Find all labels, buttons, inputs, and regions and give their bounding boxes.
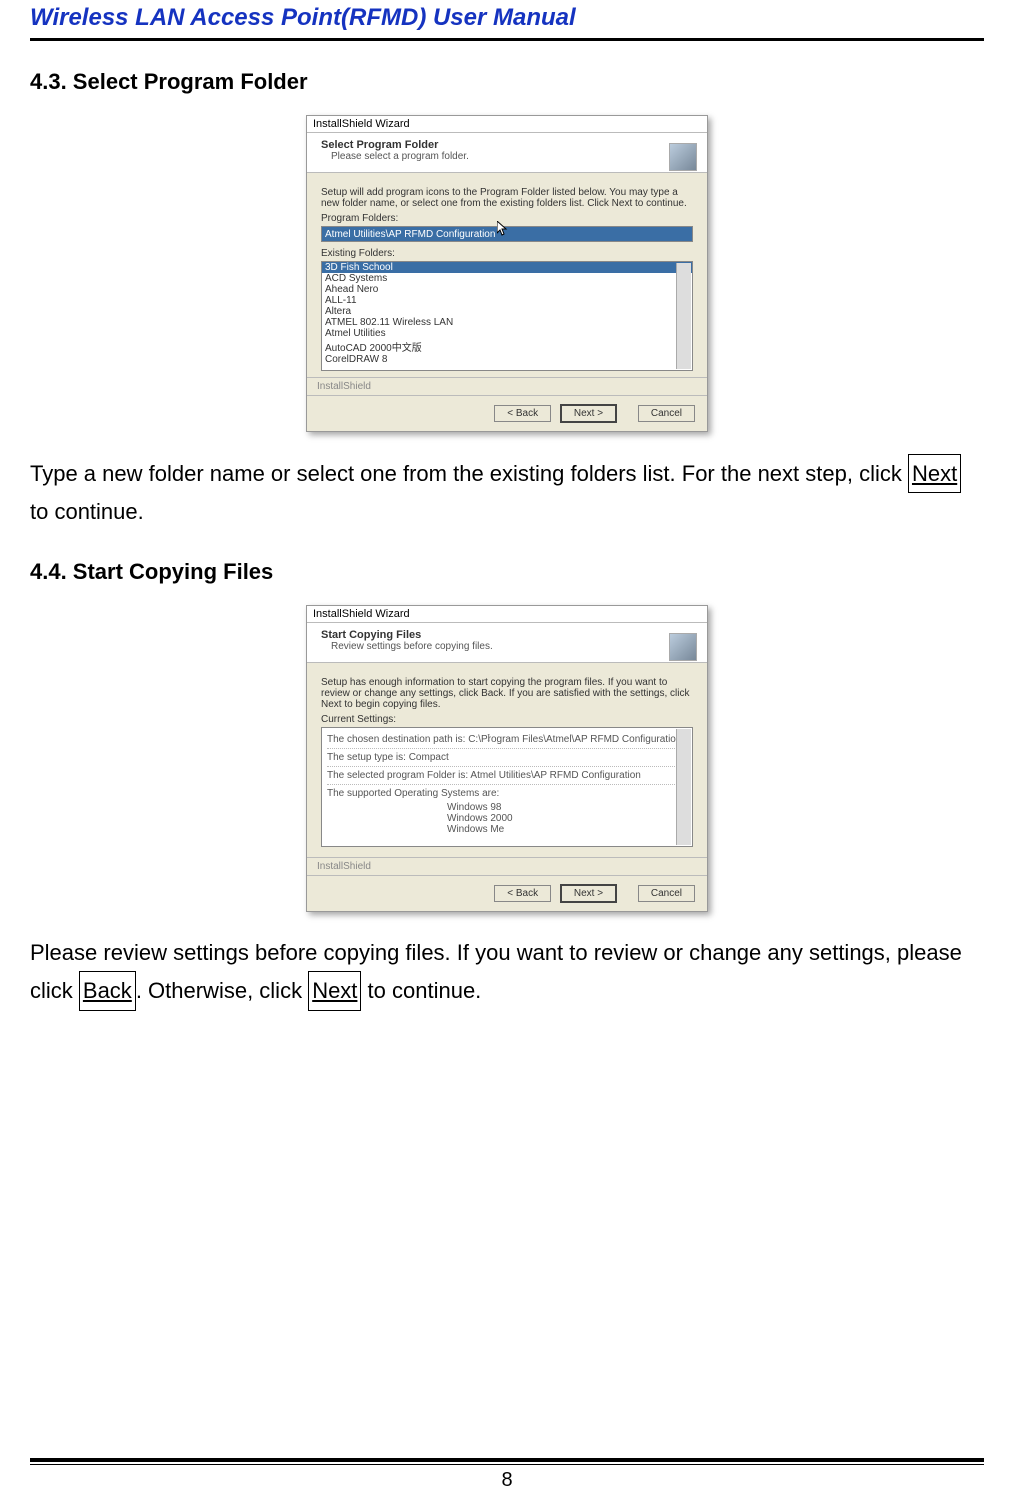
section-4-4-text: Please review settings before copying fi… [30,934,984,1011]
list-item[interactable]: CorelDRAW 8 [322,354,692,365]
text-fragment: . Otherwise, click [136,978,308,1003]
current-settings-box[interactable]: The chosen destination path is: C:\Progr… [321,727,693,847]
wizard-button-row: < Back Next > Cancel [307,395,707,431]
list-item[interactable]: ATMEL 802.11 Wireless LAN [322,317,692,328]
existing-folders-label: Existing Folders: [321,248,693,259]
cancel-button[interactable]: Cancel [638,885,695,902]
mouse-cursor-icon [497,221,509,237]
installer-logo-icon [669,143,697,171]
wizard-titlebar: InstallShield Wizard [307,116,707,133]
wizard-brand: InstallShield [307,857,707,875]
wizard-description: Setup has enough information to start co… [321,677,693,710]
listbox-scrollbar[interactable] [676,263,691,369]
text-fragment: to continue. [361,978,481,1003]
settings-line: The setup type is: Compact [327,749,687,767]
next-button[interactable]: Next > [560,884,617,903]
wizard-header: Select Program Folder Please select a pr… [307,133,707,173]
installer-logo-icon [669,633,697,661]
settings-os: Windows 98 [447,802,687,813]
list-item[interactable]: 3D Fish School [322,262,692,273]
existing-folders-listbox[interactable]: 3D Fish School ACD Systems Ahead Nero AL… [321,261,693,371]
text-cursor-icon: I [487,733,490,744]
wizard-description: Setup will add program icons to the Prog… [321,187,693,209]
list-item[interactable]: Atmel Utilities [322,328,692,339]
list-item[interactable]: ALL-11 [322,295,692,306]
section-4-4-heading: 4.4. Start Copying Files [30,559,984,585]
section-4-3-text: Type a new folder name or select one fro… [30,454,984,531]
list-item[interactable]: ACD Systems [322,273,692,284]
wizard-subtitle: Review settings before copying files. [331,641,697,652]
wizard-dialog-select-program-folder: InstallShield Wizard Select Program Fold… [306,115,708,432]
review-scrollbar[interactable] [676,729,691,845]
current-settings-label: Current Settings: [321,714,693,725]
cancel-button[interactable]: Cancel [638,405,695,422]
next-reference: Next [908,454,961,493]
back-button[interactable]: < Back [494,405,551,422]
wizard-brand: InstallShield [307,377,707,395]
back-reference: Back [79,971,136,1010]
wizard-dialog-start-copying: InstallShield Wizard Start Copying Files… [306,605,708,912]
header-rule [30,38,984,41]
text-fragment: to continue. [30,499,144,524]
wizard-title: Start Copying Files [321,629,697,641]
settings-line: The selected program Folder is: Atmel Ut… [327,767,687,785]
list-item[interactable]: AutoCAD 2000中文版 [322,339,692,354]
section-4-3-heading: 4.3. Select Program Folder [30,69,984,95]
footer-rule [30,1458,984,1465]
page-footer: 8 [30,1458,984,1492]
doc-header: Wireless LAN Access Point(RFMD) User Man… [30,0,984,32]
next-reference: Next [308,971,361,1010]
list-item[interactable]: Altera [322,306,692,317]
page-number: 8 [30,1469,984,1492]
wizard-title: Select Program Folder [321,139,697,151]
settings-line: The supported Operating Systems are: [327,785,687,802]
back-button[interactable]: < Back [494,885,551,902]
settings-os: Windows 2000 [447,813,687,824]
settings-os: Windows Me [447,824,687,835]
wizard-header: Start Copying Files Review settings befo… [307,623,707,663]
list-item[interactable]: Ahead Nero [322,284,692,295]
next-button[interactable]: Next > [560,404,617,423]
wizard-titlebar: InstallShield Wizard [307,606,707,623]
text-fragment: Type a new folder name or select one fro… [30,461,908,486]
wizard-button-row: < Back Next > Cancel [307,875,707,911]
settings-line: The chosen destination path is: C:\Progr… [327,731,687,749]
wizard-subtitle: Please select a program folder. [331,151,697,162]
